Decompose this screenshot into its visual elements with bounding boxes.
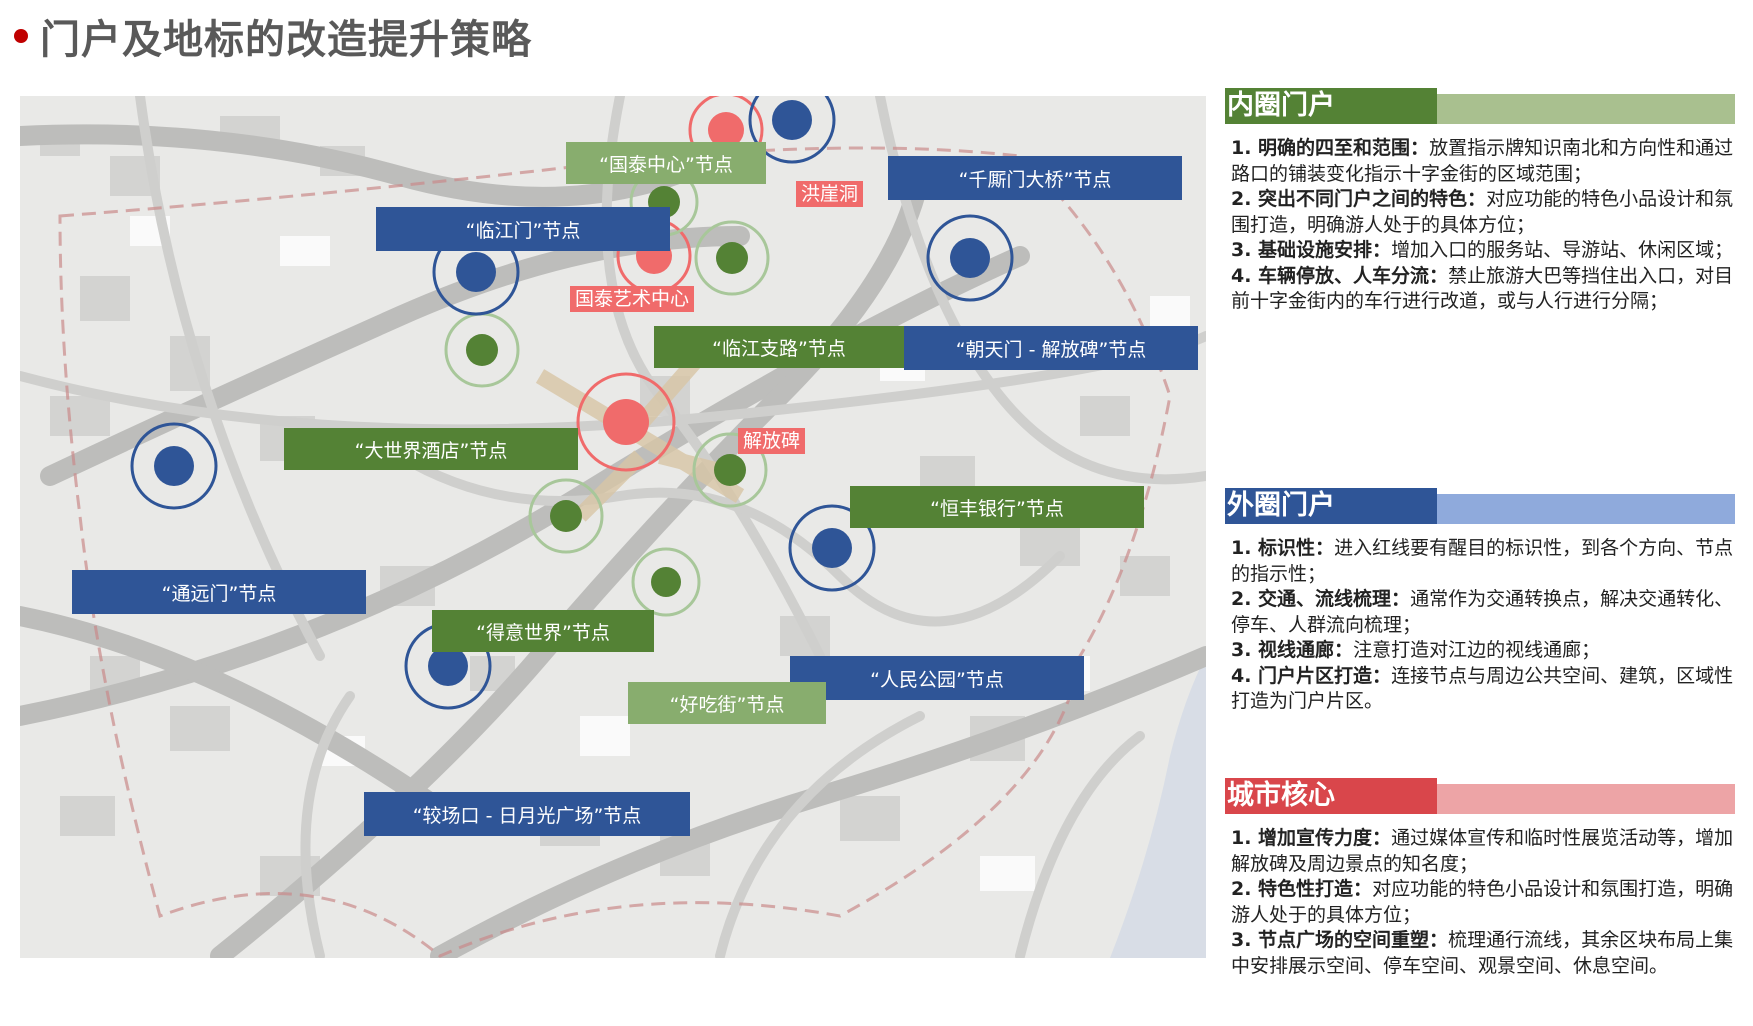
section-title: 外圈门户	[1225, 488, 1437, 524]
landmark-tag-jiefangbei: 解放碑	[738, 428, 806, 454]
node-label-renmin-park: “人民公园”节点	[790, 656, 1084, 700]
strategy-item: 3. 节点广场的空间重塑：梳理通行流线，其余区块布局上集中安排展示空间、停车空间…	[1231, 929, 1734, 977]
section-inner-gateway: 内圈门户 1. 明确的四至和范围：放置指示牌知识南北和方向性和通过路口的铺装变化…	[1225, 88, 1735, 315]
strategy-item: 3. 视线通廊：注意打造对江边的视线通廊；	[1231, 639, 1601, 661]
section-outer-gateway: 外圈门户 1. 标识性：进入红线要有醒目的标识性，到各个方向、节点的指示性； 2…	[1225, 488, 1735, 715]
section-title-bar	[1437, 494, 1735, 524]
strategy-item: 2. 突出不同门户之间的特色：对应功能的特色小品设计和氛围打造，明确游人处于的具…	[1231, 188, 1734, 236]
strategy-item: 4. 车辆停放、人车分流：禁止旅游大巴等挡住出入口，对目前十字金街内的车行进行改…	[1231, 264, 1734, 313]
section-title-bar	[1437, 94, 1735, 124]
site-map: “千厮门大桥”节点 “临江门”节点 “朝天门 - 解放碑”节点 “通远门”节点 …	[20, 96, 1206, 958]
landmark-tag-guotai-art-center: 国泰艺术中心	[570, 286, 695, 312]
node-label-deyi-world: “得意世界”节点	[432, 610, 654, 652]
page-title: 门户及地标的改造提升策略	[40, 17, 532, 63]
strategy-item: 4. 门户片区打造：连接节点与周边公共空间、建筑，区域性打造为门户片区。	[1231, 664, 1734, 713]
strategy-item: 2. 特色性打造：对应功能的特色小品设计和氛围打造，明确游人处于的具体方位；	[1231, 878, 1734, 926]
node-label-linjiangmen: “临江门”节点	[376, 207, 670, 251]
section-header: 外圈门户	[1225, 488, 1735, 524]
section-city-core: 城市核心 1. 增加宣传力度：通过媒体宣传和临时性展览活动等，增加解放碑及周边景…	[1225, 778, 1735, 979]
section-title-bar	[1437, 784, 1735, 814]
section-header: 城市核心	[1225, 778, 1735, 814]
node-label-linjiang-road: “临江支路”节点	[654, 326, 904, 368]
section-title: 城市核心	[1225, 778, 1437, 814]
strategy-item: 1. 明确的四至和范围：放置指示牌知识南北和方向性和通过路口的铺装变化指示十字金…	[1231, 137, 1734, 185]
node-label-haochi-street: “好吃街”节点	[628, 682, 826, 724]
node-label-chaotianmen-jiefangbei: “朝天门 - 解放碑”节点	[904, 326, 1198, 370]
node-label-guotai-center: “国泰中心”节点	[566, 142, 766, 184]
section-header: 内圈门户	[1225, 88, 1735, 124]
strategy-item: 1. 增加宣传力度：通过媒体宣传和临时性展览活动等，增加解放碑及周边景点的知名度…	[1231, 827, 1734, 875]
section-body: 1. 明确的四至和范围：放置指示牌知识南北和方向性和通过路口的铺装变化指示十字金…	[1225, 136, 1735, 315]
bullet-dot-icon	[14, 29, 28, 43]
section-body: 1. 标识性：进入红线要有醒目的标识性，到各个方向、节点的指示性； 2. 交通、…	[1225, 536, 1735, 715]
landmark-tag-hongyadong: 洪崖洞	[796, 181, 864, 207]
strategy-item: 2. 交通、流线梳理：通常作为交通转换点，解决交通转化、停车、人群流向梳理；	[1231, 588, 1734, 636]
node-label-dashijie-hotel: “大世界酒店”节点	[284, 428, 578, 470]
node-label-jiaochangkou: “较场口 - 日月光广场”节点	[364, 792, 690, 836]
node-label-tongyuanmen: “通远门”节点	[72, 570, 366, 614]
node-label-hengfeng-bank: “恒丰银行”节点	[850, 486, 1144, 528]
strategy-item: 1. 标识性：进入红线要有醒目的标识性，到各个方向、节点的指示性；	[1231, 537, 1734, 585]
section-body: 1. 增加宣传力度：通过媒体宣传和临时性展览活动等，增加解放碑及周边景点的知名度…	[1225, 826, 1735, 979]
strategy-item: 3. 基础设施安排：增加入口的服务站、导游站、休闲区域；	[1231, 239, 1734, 261]
page-title-row: 门户及地标的改造提升策略	[14, 6, 532, 66]
node-label-qiansimen-bridge: “千厮门大桥”节点	[888, 156, 1182, 200]
section-title: 内圈门户	[1225, 88, 1437, 124]
